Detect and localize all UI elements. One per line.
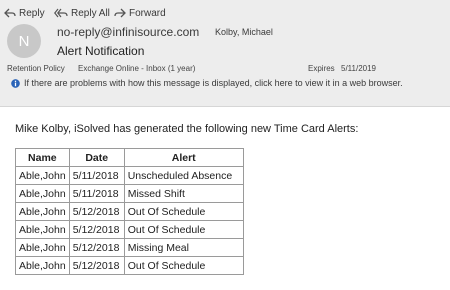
cell-name: Able,John — [15, 202, 70, 221]
cell-name: Able,John — [15, 166, 70, 185]
cell-name: Able,John — [15, 256, 70, 275]
cell-date: 5/12/2018 — [68, 238, 125, 257]
message-intro: Mike Kolby, iSolved has generated the fo… — [15, 123, 359, 135]
cell-date: 5/12/2018 — [68, 220, 125, 239]
info-icon — [11, 78, 20, 88]
infobar-text: If there are problems with how this mess… — [24, 78, 403, 88]
expires-label: Expires — [308, 64, 335, 73]
cell-date: 5/12/2018 — [68, 202, 125, 221]
cell-alert: Unscheduled Absence — [123, 166, 244, 185]
expires-value: 5/11/2019 — [341, 64, 376, 73]
cell-date: 5/11/2018 — [68, 184, 125, 203]
column-header-alert: Alert — [123, 148, 244, 167]
table-row: Able,John 5/12/2018 Out Of Schedule — [15, 220, 244, 239]
column-header-date: Date — [68, 148, 125, 167]
forward-icon — [114, 8, 126, 18]
table-row: Able,John 5/11/2018 Unscheduled Absence — [15, 166, 244, 185]
cell-alert: Missed Shift — [123, 184, 244, 203]
reply-icon — [4, 8, 16, 18]
avatar-initial: N — [18, 32, 30, 50]
cell-name: Able,John — [15, 238, 70, 257]
table-row: Able,John 5/12/2018 Out Of Schedule — [15, 256, 244, 275]
table-header-row: Name Date Alert — [15, 148, 244, 167]
cell-alert: Out Of Schedule — [123, 202, 244, 221]
toolbar: Reply Reply All Forward — [0, 5, 450, 21]
message-header: Reply Reply All Forward N no-reply@infin… — [0, 0, 450, 106]
message-subject: Alert Notification — [57, 44, 145, 58]
retention-policy-label: Retention Policy — [7, 64, 65, 73]
retention-policy-value: Exchange Online - Inbox (1 year) — [78, 64, 196, 73]
forward-label: Forward — [129, 7, 166, 19]
header-divider — [0, 106, 450, 107]
cell-alert: Out Of Schedule — [123, 256, 244, 275]
avatar: N — [7, 24, 41, 58]
reply-label: Reply — [19, 7, 45, 19]
web-view-infobar[interactable]: If there are problems with how this mess… — [0, 76, 450, 90]
sender-address[interactable]: no-reply@infinisource.com — [57, 25, 199, 39]
reply-all-icon — [54, 8, 68, 18]
table-row: Able,John 5/12/2018 Out Of Schedule — [15, 202, 244, 221]
table-row: Able,John 5/11/2018 Missed Shift — [15, 184, 244, 203]
column-header-name: Name — [15, 148, 70, 167]
reply-all-label: Reply All — [71, 7, 110, 19]
cell-date: 5/12/2018 — [68, 256, 125, 275]
cell-alert: Missing Meal — [123, 238, 244, 257]
reply-button[interactable]: Reply — [4, 5, 45, 21]
forward-button[interactable]: Forward — [114, 5, 166, 21]
cell-alert: Out Of Schedule — [123, 220, 244, 239]
cell-date: 5/11/2018 — [68, 166, 125, 185]
reply-all-button[interactable]: Reply All — [54, 5, 110, 21]
cell-name: Able,John — [15, 220, 70, 239]
cell-name: Able,John — [15, 184, 70, 203]
table-row: Able,John 5/12/2018 Missing Meal — [15, 238, 244, 257]
recipient-name[interactable]: Kolby, Michael — [215, 27, 273, 37]
time-card-alerts-table: Name Date Alert Able,John 5/11/2018 Unsc… — [15, 148, 244, 275]
